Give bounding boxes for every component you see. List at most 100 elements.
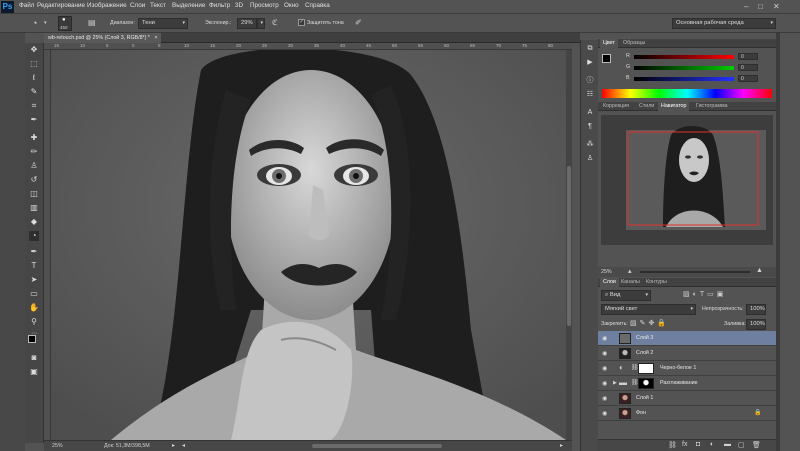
exposure-input[interactable]: 29% (237, 18, 257, 29)
channel-b-value[interactable]: 0 (738, 75, 758, 82)
add-mask-icon[interactable]: ◘ (696, 441, 700, 448)
paragraph-panel-icon[interactable]: ¶ (584, 122, 596, 132)
chevron-down-icon[interactable]: ▾ (44, 20, 47, 26)
menu-3d[interactable]: 3D (235, 2, 243, 9)
new-adjustment-icon[interactable]: ◐ (710, 441, 714, 448)
actions-panel-icon[interactable]: ▶ (584, 58, 596, 68)
tab-layers[interactable]: Слои (600, 278, 619, 287)
properties-panel-icon[interactable]: ☷ (584, 90, 596, 100)
range-select[interactable]: Тени ▾ (138, 18, 188, 29)
close-tab-icon[interactable]: × (154, 35, 157, 41)
eye-icon[interactable]: ◉ (602, 380, 607, 387)
eraser-tool-icon[interactable]: ◫ (29, 189, 39, 199)
tab-adjustments[interactable]: Коррекция (600, 102, 632, 111)
menu-text[interactable]: Текст (150, 2, 166, 9)
scroll-left-icon[interactable]: ◂ (182, 441, 185, 451)
dodge-tool-icon[interactable]: ◔ (32, 18, 37, 28)
channel-b-slider[interactable] (634, 77, 734, 81)
path-select-icon[interactable]: ➤ (29, 275, 39, 285)
character-panel-icon[interactable]: A (584, 108, 596, 118)
menu-image[interactable]: Изображение (87, 2, 127, 9)
trash-icon[interactable]: 🗑 (752, 441, 761, 449)
crop-tool-icon[interactable]: ⌗ (29, 101, 39, 111)
type-tool-icon[interactable]: T (29, 261, 39, 271)
layer-row[interactable]: ◉ ▶ ▬ ⛓ Разглаживание (598, 376, 776, 391)
zoom-level[interactable]: 25% (52, 441, 63, 451)
blend-mode-select[interactable]: Мягкий свет ▾ (601, 304, 696, 315)
eye-icon[interactable]: ◉ (602, 365, 607, 372)
healing-brush-icon[interactable]: ✚ (29, 133, 39, 143)
navigator-zoom-slider[interactable] (640, 271, 750, 273)
document-tab[interactable]: wb-retouch.psd @ 25% (Слой 3, RGB/8*) * … (44, 33, 162, 43)
layer-mask-thumbnail[interactable] (638, 363, 654, 374)
maximize-button[interactable]: □ (758, 2, 763, 11)
gradient-tool-icon[interactable]: ▥ (29, 203, 39, 213)
link-layers-icon[interactable]: ⛓ (668, 441, 677, 449)
layer-name[interactable]: Слой 3 (636, 335, 653, 341)
menu-edit[interactable]: Редактирование (37, 2, 85, 9)
tab-styles[interactable]: Стили (636, 102, 657, 111)
pen-tool-icon[interactable]: ✒ (29, 247, 39, 257)
exposure-dropdown[interactable]: ▾ (257, 18, 265, 29)
menu-filter[interactable]: Фильтр (209, 2, 230, 9)
brush-presets-icon[interactable]: ⁂ (584, 140, 596, 150)
tab-paths[interactable]: Контуры (643, 278, 670, 287)
scroll-right-icon[interactable]: ▸ (560, 441, 563, 451)
lasso-tool-icon[interactable]: ℓ (29, 73, 39, 83)
layer-row[interactable]: ◉ Слой 3 (598, 331, 776, 346)
layer-filter-select[interactable]: ⌕ Вид ▾ (601, 290, 651, 301)
pressure-icon[interactable]: ✐ (355, 18, 362, 27)
menu-layers[interactable]: Слои (130, 2, 145, 9)
tab-navigator[interactable]: Навигатор (658, 102, 690, 111)
channel-r-value[interactable]: 0 (738, 53, 758, 60)
layer-name[interactable]: Слой 1 (636, 395, 653, 401)
navigator-zoom-value[interactable]: 25% (601, 269, 612, 275)
protect-tones-checkbox[interactable]: ✓ (298, 19, 305, 26)
brush-tool-icon[interactable]: ✏ (29, 147, 39, 157)
quick-select-icon[interactable]: ✎ (29, 87, 39, 97)
eyedropper-tool-icon[interactable]: ✒ (29, 115, 39, 125)
foreground-color-swatch[interactable] (28, 335, 36, 343)
fx-icon[interactable]: fx (682, 441, 687, 448)
dodge-tool-icon[interactable]: ◔ (29, 231, 39, 241)
workspace-select[interactable]: Основная рабочая среда ▾ (672, 18, 776, 29)
eye-icon[interactable]: ◉ (602, 350, 607, 357)
document-canvas[interactable] (51, 50, 566, 440)
lock-icons[interactable]: ▨✎✥🔒 (630, 319, 669, 327)
layer-row[interactable]: ◉ ◐ ⛓ Черно-белое 1 (598, 361, 776, 376)
clone-stamp-icon[interactable]: ♙ (29, 161, 39, 171)
layer-mask-thumbnail[interactable] (638, 378, 654, 389)
layer-name[interactable]: Слой 2 (636, 350, 653, 356)
channel-g-value[interactable]: 0 (738, 64, 758, 71)
hand-tool-icon[interactable]: ✋ (29, 303, 39, 313)
layer-row[interactable]: ◉ Фон 🔒 (598, 406, 776, 421)
move-tool-icon[interactable]: ✥ (29, 45, 39, 55)
new-group-icon[interactable]: ▬ (724, 441, 731, 448)
new-layer-icon[interactable]: ▢ (738, 441, 745, 449)
expand-arrow-icon[interactable]: ▶ (613, 380, 617, 386)
eye-icon[interactable]: ◉ (602, 335, 607, 342)
tab-channels[interactable]: Каналы (618, 278, 643, 287)
layer-name[interactable]: Фон (636, 410, 646, 416)
brush-preset-picker[interactable]: ● 450 (58, 16, 72, 31)
history-panel-icon[interactable]: ⧉ (584, 44, 596, 54)
menu-file[interactable]: Файл (19, 2, 34, 9)
opacity-input[interactable]: 100% (746, 304, 766, 315)
close-button[interactable]: ✕ (773, 2, 780, 11)
status-arrow-icon[interactable]: ▸ (172, 441, 175, 451)
navigator-preview[interactable] (601, 115, 773, 245)
foreground-swatch[interactable] (602, 54, 611, 63)
airbrush-icon[interactable]: ℭ (272, 18, 278, 27)
eye-icon[interactable]: ◉ (602, 395, 607, 402)
layer-name[interactable]: Разглаживание (660, 380, 698, 386)
layer-row[interactable]: ◉ Слой 2 (598, 346, 776, 361)
layer-name[interactable]: Черно-белое 1 (660, 365, 696, 371)
menu-window[interactable]: Окно (284, 2, 299, 9)
screen-mode-icon[interactable]: ▣ (29, 367, 39, 377)
channel-g-slider[interactable] (634, 66, 734, 70)
brush-panel-icon[interactable]: ▤ (88, 18, 96, 27)
menu-help[interactable]: Справка (305, 2, 330, 9)
minimize-button[interactable]: – (744, 2, 748, 11)
color-spectrum-bar[interactable] (602, 89, 772, 98)
layer-filter-icons[interactable]: ▨◐T▭▣ (683, 290, 726, 298)
